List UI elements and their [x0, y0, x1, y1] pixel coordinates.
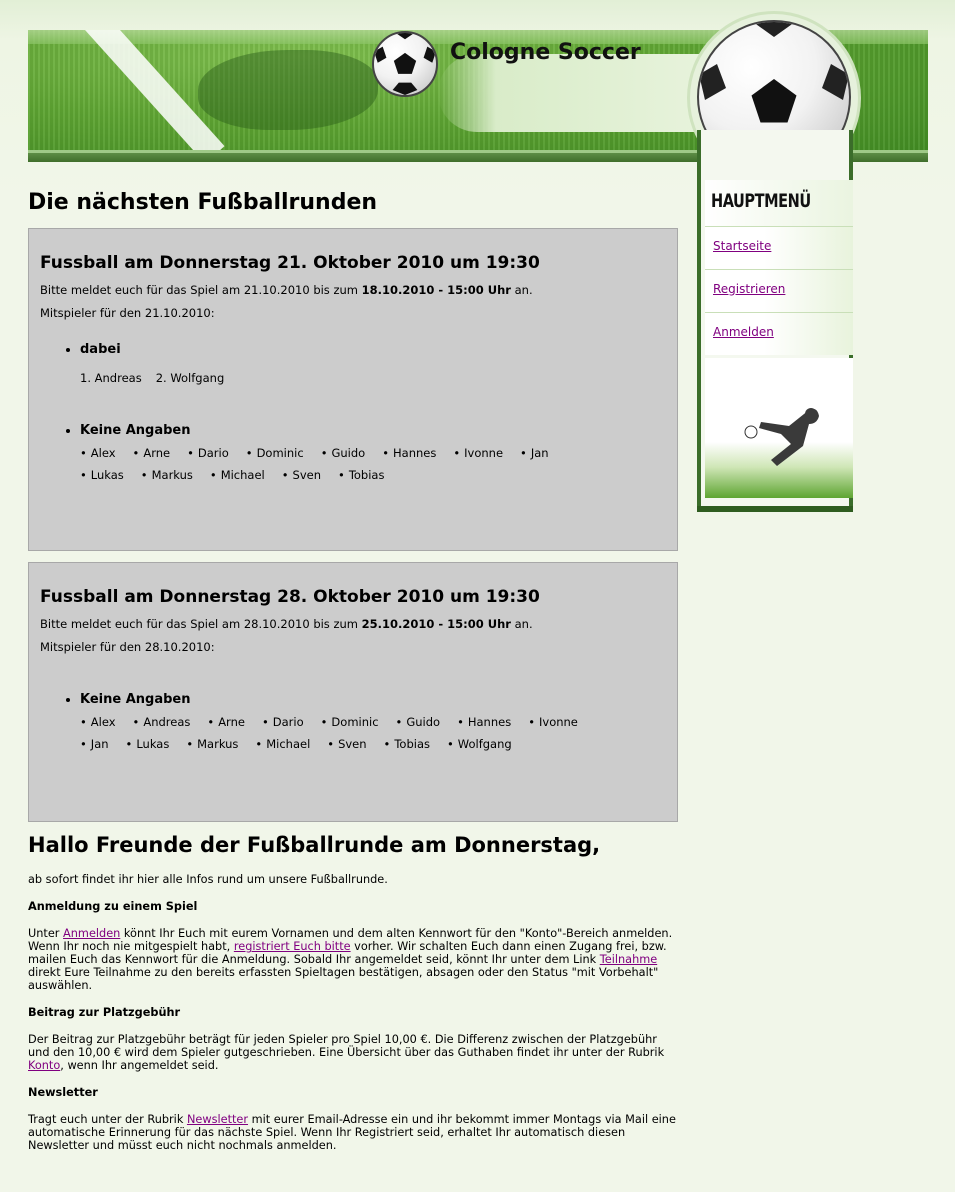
- players-label: Mitspieler für den 21.10.2010:: [40, 306, 215, 321]
- player-item: Jan: [80, 737, 109, 751]
- player-item: Wolfgang: [447, 737, 512, 751]
- player-item: Michael: [255, 737, 310, 751]
- player-item: Ivonne: [528, 715, 578, 729]
- note-text: Bitte meldet euch für das Spiel am 21.10…: [40, 283, 362, 298]
- text: , wenn Ihr angemeldet seid.: [60, 1059, 219, 1073]
- player-item: Lukas: [126, 737, 169, 751]
- player-item: Dario: [187, 446, 229, 460]
- link-konto[interactable]: Konto: [28, 1059, 60, 1072]
- player-item: Markus: [186, 737, 238, 751]
- link-teilnahme[interactable]: Teilnahme: [600, 953, 657, 966]
- note-text: Bitte meldet euch für das Spiel am 28.10…: [40, 617, 362, 632]
- link-anmelden[interactable]: Anmelden: [63, 927, 120, 940]
- group-list: Keine Angaben: [40, 423, 667, 438]
- game-note: Bitte meldet euch für das Spiel am 21.10…: [40, 283, 667, 297]
- paragraph-anmeldung: Unter Anmelden könnt Ihr Euch mit eurem …: [28, 927, 678, 992]
- player-item: Arne: [207, 715, 245, 729]
- sidebar-bottom-bar: [697, 506, 853, 512]
- sidebar-link-startseite[interactable]: Startseite: [713, 239, 771, 253]
- sidebar-item-anmelden[interactable]: Anmelden: [705, 312, 853, 355]
- player-item: Sven: [282, 468, 321, 482]
- intro-paragraph: ab sofort findet ihr hier alle Infos run…: [28, 873, 388, 887]
- text: Der Beitrag zur Platzgebühr beträgt für …: [28, 1033, 665, 1060]
- player-item: Guido: [396, 715, 440, 729]
- paragraph-newsletter: Tragt euch unter der Rubrik Newsletter m…: [28, 1113, 678, 1152]
- text: Tragt euch unter der Rubrik: [28, 1113, 187, 1127]
- player-item: Ivonne: [453, 446, 503, 460]
- player-item: Dominic: [321, 715, 378, 729]
- players-label: Mitspieler für den 28.10.2010:: [40, 640, 215, 655]
- subheading-beitrag: Beitrag zur Platzgebühr: [28, 1006, 181, 1020]
- player-item: Guido: [321, 446, 365, 460]
- welcome-text: ab sofort findet ihr hier alle Infos run…: [28, 873, 678, 1152]
- list-item: 1. Andreas: [80, 371, 142, 386]
- link-newsletter[interactable]: Newsletter: [187, 1113, 248, 1126]
- link-registrieren[interactable]: registriert Euch bitte: [234, 940, 351, 953]
- text: direkt Eure Teilnahme zu den bereits erf…: [28, 966, 659, 993]
- sidebar-link-anmelden[interactable]: Anmelden: [713, 325, 774, 339]
- sidebar: HAUPTMENÜ Startseite Registrieren Anmeld…: [697, 130, 853, 512]
- game-title: Fussball am Donnerstag 21. Oktober 2010 …: [40, 253, 540, 274]
- kicking-player-image: [705, 358, 853, 498]
- sidebar-item-startseite[interactable]: Startseite: [705, 226, 853, 269]
- sidebar-item-registrieren[interactable]: Registrieren: [705, 269, 853, 312]
- list-item: 2. Wolfgang: [155, 371, 225, 386]
- player-item: Hannes: [382, 446, 436, 460]
- game-box-2: Fussball am Donnerstag 28. Oktober 2010 …: [28, 562, 678, 823]
- note-deadline: 25.10.2010 - 15:00 Uhr: [361, 617, 511, 632]
- group-list: dabei: [40, 342, 667, 357]
- group-list: Keine Angaben: [40, 692, 667, 707]
- player-item: Arne: [133, 446, 170, 460]
- soccer-ball-icon: [372, 31, 438, 97]
- player-item: Dario: [262, 715, 304, 729]
- player-item: Andreas: [133, 715, 190, 729]
- group-heading-keine: Keine Angaben: [80, 423, 667, 438]
- menu-title: HAUPTMENÜ: [711, 190, 811, 212]
- player-item: Jan: [520, 446, 549, 460]
- keine-list: Alex Arne Dario Dominic Guido Hannes Ivonne Jan…: [80, 446, 600, 490]
- player-item: Alex: [80, 446, 116, 460]
- player-item: Sven: [327, 737, 366, 751]
- player-silhouette: [198, 50, 378, 130]
- group-heading-keine: Keine Angaben: [80, 692, 667, 707]
- subheading-anmeldung: Anmeldung zu einem Spiel: [28, 900, 198, 914]
- note-text-end: an.: [510, 617, 533, 632]
- player-name: Wolfgang: [170, 371, 225, 386]
- game-box-1: Fussball am Donnerstag 21. Oktober 2010 …: [28, 228, 678, 552]
- note-text-end: an.: [510, 283, 533, 298]
- player-item: Alex: [80, 715, 116, 729]
- subheading-newsletter: Newsletter: [28, 1086, 98, 1100]
- player-name: Andreas: [94, 371, 142, 386]
- player-item: Markus: [141, 468, 193, 482]
- site-title[interactable]: Cologne Soccer: [450, 40, 641, 65]
- sidebar-link-registrieren[interactable]: Registrieren: [713, 282, 785, 296]
- player-item: Tobias: [384, 737, 430, 751]
- main-content: Die nächsten Fußballrunden Fussball am D…: [28, 190, 678, 1152]
- player-item: Hannes: [457, 715, 511, 729]
- player-item: Lukas: [80, 468, 124, 482]
- dabei-list: 1. Andreas 2. Wolfgang: [80, 371, 667, 385]
- game-note: Bitte meldet euch für das Spiel am 28.10…: [40, 617, 667, 631]
- section-heading: Die nächsten Fußballrunden: [28, 190, 378, 215]
- note-deadline: 18.10.2010 - 15:00 Uhr: [361, 283, 511, 298]
- keine-list: Alex Andreas Arne Dario Dominic Guido Hannes Iv…: [80, 715, 600, 759]
- welcome-heading: Hallo Freunde der Fußballrunde am Donner…: [28, 833, 601, 858]
- paragraph-beitrag: Der Beitrag zur Platzgebühr beträgt für …: [28, 1033, 678, 1072]
- title-plate: [438, 54, 728, 132]
- text: Unter: [28, 927, 64, 941]
- player-item: Tobias: [338, 468, 385, 482]
- player-item: Dominic: [246, 446, 304, 460]
- group-heading-dabei: dabei: [80, 342, 667, 357]
- player-item: Michael: [210, 468, 265, 482]
- game-title: Fussball am Donnerstag 28. Oktober 2010 …: [40, 587, 540, 608]
